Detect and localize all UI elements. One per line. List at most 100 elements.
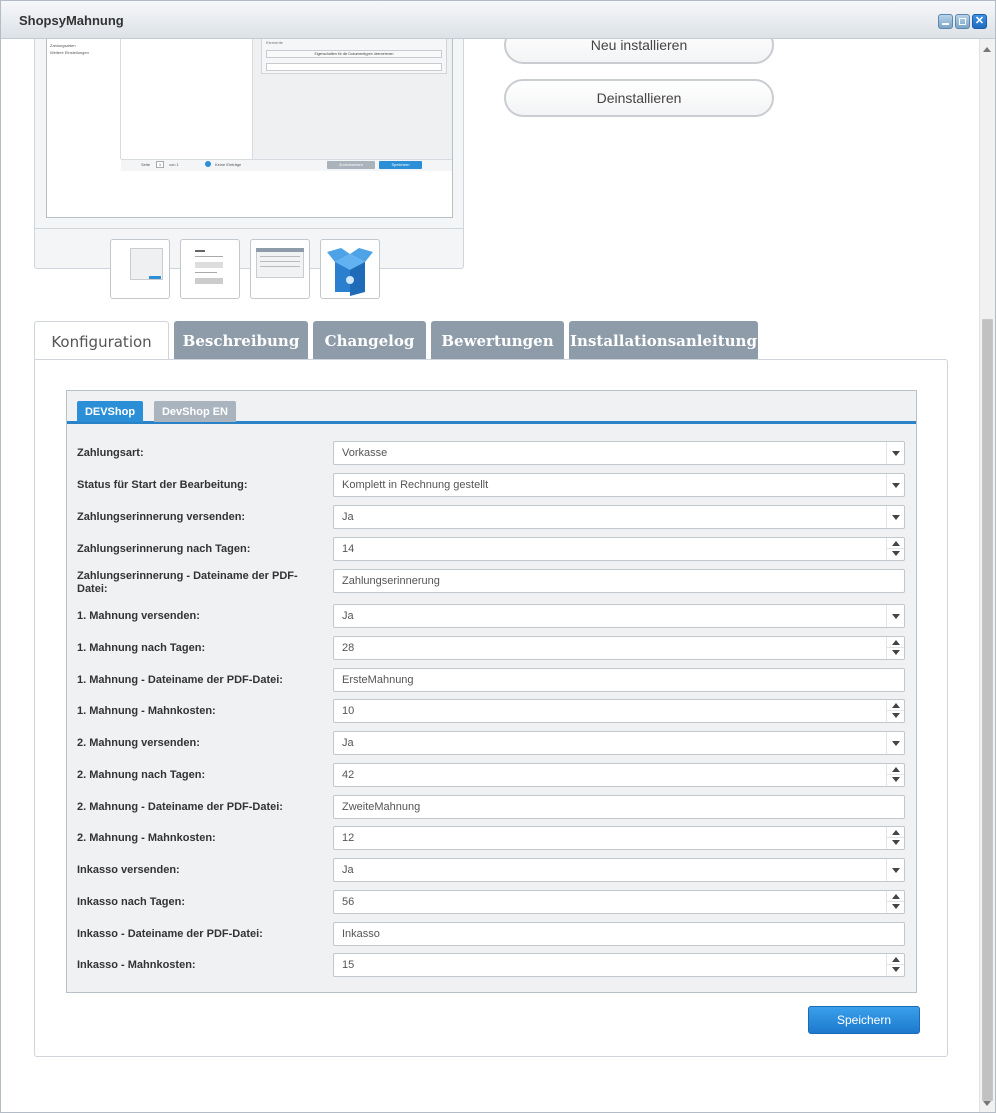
number-field[interactable]: 56 xyxy=(333,890,905,914)
field-value: 42 xyxy=(342,769,355,781)
chevron-down-icon[interactable] xyxy=(886,474,904,496)
text-field[interactable]: ZweiteMahnung xyxy=(333,795,905,819)
text-field[interactable]: Inkasso xyxy=(333,922,905,946)
field-value: ZweiteMahnung xyxy=(342,801,421,813)
field-value: 56 xyxy=(342,896,355,908)
field-value: ErsteMahnung xyxy=(342,674,414,686)
plugin-window: ShopsyMahnung ✕ Zahlungsarten Weitere Ei… xyxy=(0,0,996,1113)
tab-installationsanleitung[interactable]: Installationsanleitung xyxy=(569,321,758,359)
field-value: 15 xyxy=(342,959,355,971)
field-value: Ja xyxy=(342,511,354,523)
config-form-container: DEVShop DevShop EN Zahlungsart: Vorkasse S… xyxy=(66,390,917,993)
thumbnail-3[interactable] xyxy=(250,239,310,299)
spinner-arrows-icon[interactable] xyxy=(886,700,904,722)
preview-tree: Zahlungsarten Weitere Einstellungen xyxy=(47,39,121,159)
number-field[interactable]: 42 xyxy=(333,763,905,787)
preview-panel-title: Elemente xyxy=(266,40,283,45)
vertical-scrollbar[interactable] xyxy=(979,39,995,1112)
preview-of-label: von 1 xyxy=(169,162,179,167)
field-value: 12 xyxy=(342,832,355,844)
configuration-panel: DEVShop DevShop EN Zahlungsart: Vorkasse S… xyxy=(34,359,948,1057)
field-value: Komplett in Rechnung gestellt xyxy=(342,479,489,491)
select-field[interactable]: Ja xyxy=(333,731,905,755)
chevron-down-icon[interactable] xyxy=(886,732,904,754)
number-field[interactable]: 15 xyxy=(333,953,905,977)
save-button[interactable]: Speichern xyxy=(808,1006,920,1034)
chevron-down-icon[interactable] xyxy=(886,859,904,881)
reinstall-button[interactable]: Neu installieren xyxy=(504,39,774,64)
field-label: 2. Mahnung - Mahnkosten: xyxy=(77,832,216,844)
select-field[interactable]: Komplett in Rechnung gestellt xyxy=(333,473,905,497)
text-field[interactable]: Zahlungserinnerung xyxy=(333,569,905,593)
spinner-arrows-icon[interactable] xyxy=(886,954,904,976)
scroll-down-icon[interactable] xyxy=(983,1101,991,1106)
field-label: Zahlungsart: xyxy=(77,447,144,459)
field-value: Inkasso xyxy=(342,928,380,940)
field-label: Inkasso versenden: xyxy=(77,864,180,876)
field-label: 1. Mahnung - Dateiname der PDF-Datei: xyxy=(77,674,283,686)
uninstall-button[interactable]: Deinstallieren xyxy=(504,79,774,117)
shop-tabbar: DEVShop DevShop EN xyxy=(67,391,916,424)
field-label: Inkasso - Mahnkosten: xyxy=(77,959,196,971)
thumbnail-strip xyxy=(35,228,463,299)
close-icon[interactable]: ✕ xyxy=(972,14,987,29)
field-label: Zahlungserinnerung nach Tagen: xyxy=(77,543,251,555)
field-label: 2. Mahnung nach Tagen: xyxy=(77,769,206,781)
tab-bewertungen[interactable]: Bewertungen xyxy=(431,321,564,359)
field-value: 14 xyxy=(342,543,355,555)
number-field[interactable]: 14 xyxy=(333,537,905,561)
window-content: Zahlungsarten Weitere Einstellungen Elem… xyxy=(1,39,979,1112)
screenshot-preview[interactable]: Zahlungsarten Weitere Einstellungen Elem… xyxy=(46,39,453,218)
spinner-arrows-icon[interactable] xyxy=(886,538,904,560)
spinner-arrows-icon[interactable] xyxy=(886,827,904,849)
preview-reset-button: Zurücksetzen xyxy=(327,161,375,169)
thumbnail-2[interactable] xyxy=(180,239,240,299)
preview-save-button: Speichern xyxy=(379,161,422,169)
spinner-arrows-icon[interactable] xyxy=(886,637,904,659)
window-titlebar[interactable]: ShopsyMahnung ✕ xyxy=(1,1,995,39)
tab-konfiguration[interactable]: Konfiguration xyxy=(34,321,169,360)
screenshot-gallery: Zahlungsarten Weitere Einstellungen Elem… xyxy=(34,39,464,299)
number-field[interactable]: 10 xyxy=(333,699,905,723)
preview-panel-button: Eigenschaften für die Dokumenttypen über… xyxy=(266,50,442,58)
number-field[interactable]: 12 xyxy=(333,826,905,850)
thumbnail-1[interactable] xyxy=(110,239,170,299)
preview-panel: Elemente Eigenschaften für die Dokumentt… xyxy=(253,39,452,171)
tab-devshop-en[interactable]: DevShop EN xyxy=(154,401,236,422)
field-value: 10 xyxy=(342,705,355,717)
chevron-down-icon[interactable] xyxy=(886,605,904,627)
field-label: Zahlungserinnerung versenden: xyxy=(77,511,246,523)
field-value: Vorkasse xyxy=(342,447,388,459)
text-field[interactable]: ErsteMahnung xyxy=(333,668,905,692)
field-label: Status für Start der Bearbeitung: xyxy=(77,479,248,491)
tab-changelog[interactable]: Changelog xyxy=(313,321,426,359)
preview-tree-item: Weitere Einstellungen xyxy=(50,50,89,55)
preview-list xyxy=(121,39,253,159)
spinner-arrows-icon[interactable] xyxy=(886,764,904,786)
field-label: Zahlungserinnerung - Dateiname der PDF-D… xyxy=(77,570,298,595)
chevron-down-icon[interactable] xyxy=(886,506,904,528)
preview-pager: Seite 1 von 1 Keine Einträge Zurücksetze… xyxy=(121,159,452,171)
field-value: 28 xyxy=(342,642,355,654)
minimize-icon[interactable] xyxy=(938,14,953,29)
field-label: 1. Mahnung - Mahnkosten: xyxy=(77,705,216,717)
field-value: Ja xyxy=(342,610,354,622)
tab-devshop[interactable]: DEVShop xyxy=(77,401,143,422)
field-label: Inkasso nach Tagen: xyxy=(77,896,185,908)
select-field[interactable]: Vorkasse xyxy=(333,441,905,465)
chevron-down-icon[interactable] xyxy=(886,442,904,464)
select-field[interactable]: Ja xyxy=(333,505,905,529)
field-label: 1. Mahnung nach Tagen: xyxy=(77,642,206,654)
scroll-up-icon[interactable] xyxy=(983,47,991,52)
spinner-arrows-icon[interactable] xyxy=(886,891,904,913)
tab-beschreibung[interactable]: Beschreibung xyxy=(174,321,308,359)
window-title: ShopsyMahnung xyxy=(19,13,124,28)
number-field[interactable]: 28 xyxy=(333,636,905,660)
preview-page-value: 1 xyxy=(156,161,164,168)
scrollbar-thumb[interactable] xyxy=(982,319,993,1101)
thumbnail-4[interactable] xyxy=(320,239,380,299)
preview-page-label: Seite xyxy=(141,162,151,167)
select-field[interactable]: Ja xyxy=(333,858,905,882)
maximize-icon[interactable] xyxy=(955,14,970,29)
select-field[interactable]: Ja xyxy=(333,604,905,628)
